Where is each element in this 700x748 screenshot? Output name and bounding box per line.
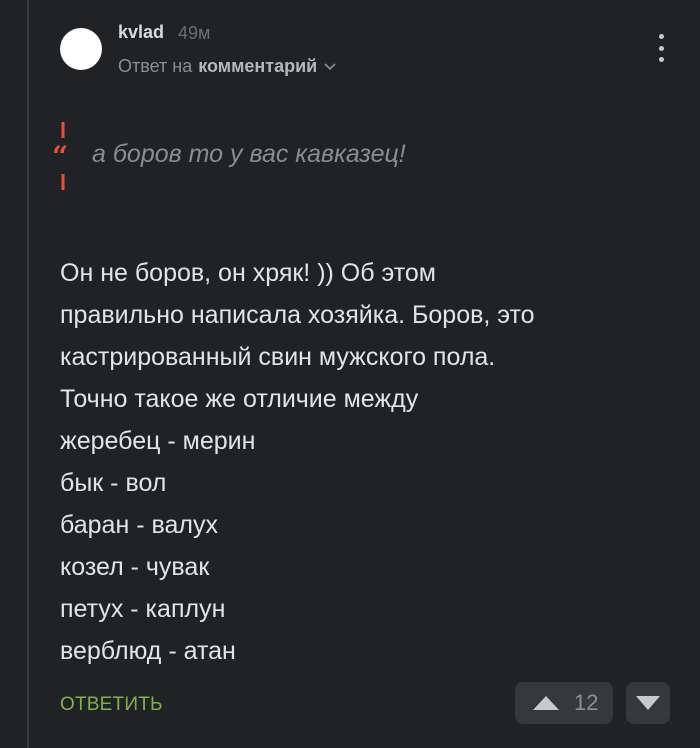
chevron-down-icon — [324, 62, 336, 70]
body-line: баран - валух — [60, 511, 218, 539]
svg-text:“: “ — [52, 140, 68, 173]
body-line: жеребец - мерин — [60, 427, 256, 455]
author-name[interactable]: kvlad — [118, 22, 164, 43]
body-line: правильно написала хозяйка. Боров, это — [60, 301, 535, 329]
kebab-menu-icon[interactable] — [651, 32, 671, 64]
quoted-text: а боров то у вас кавказец! — [92, 140, 406, 168]
reply-prefix: Ответ на — [118, 56, 193, 76]
comment-body: Он не боров, он хряк! )) Об этом правиль… — [60, 252, 535, 672]
body-line: Точно такое же отличие между — [60, 385, 419, 413]
triangle-down-icon — [636, 696, 660, 710]
body-line: кастрированный свин мужского пола. — [60, 343, 496, 371]
triangle-up-icon — [533, 696, 559, 710]
thread-line[interactable] — [27, 0, 29, 748]
reply-button[interactable]: ОТВЕТИТЬ — [60, 694, 163, 716]
comment-time: 49м — [178, 23, 211, 43]
downvote-button[interactable] — [626, 682, 670, 724]
reply-target: комментарий — [198, 56, 318, 76]
body-line: бык - вол — [60, 469, 167, 497]
reply-to-link[interactable]: Ответ на комментарий — [118, 56, 337, 77]
body-line: козел - чувак — [60, 553, 210, 581]
body-line: Он не боров, он хряк! )) Об этом — [60, 259, 436, 287]
comment-screen: kvlad 49м Ответ на комментарий “ а боров… — [0, 0, 700, 748]
avatar[interactable] — [60, 28, 102, 70]
upvote-button[interactable]: 12 — [515, 682, 613, 724]
body-line: верблюд - атан — [60, 637, 236, 665]
rating-count: 12 — [574, 690, 599, 715]
body-line: петух - каплун — [60, 595, 226, 623]
quote-icon: “ — [52, 122, 68, 190]
